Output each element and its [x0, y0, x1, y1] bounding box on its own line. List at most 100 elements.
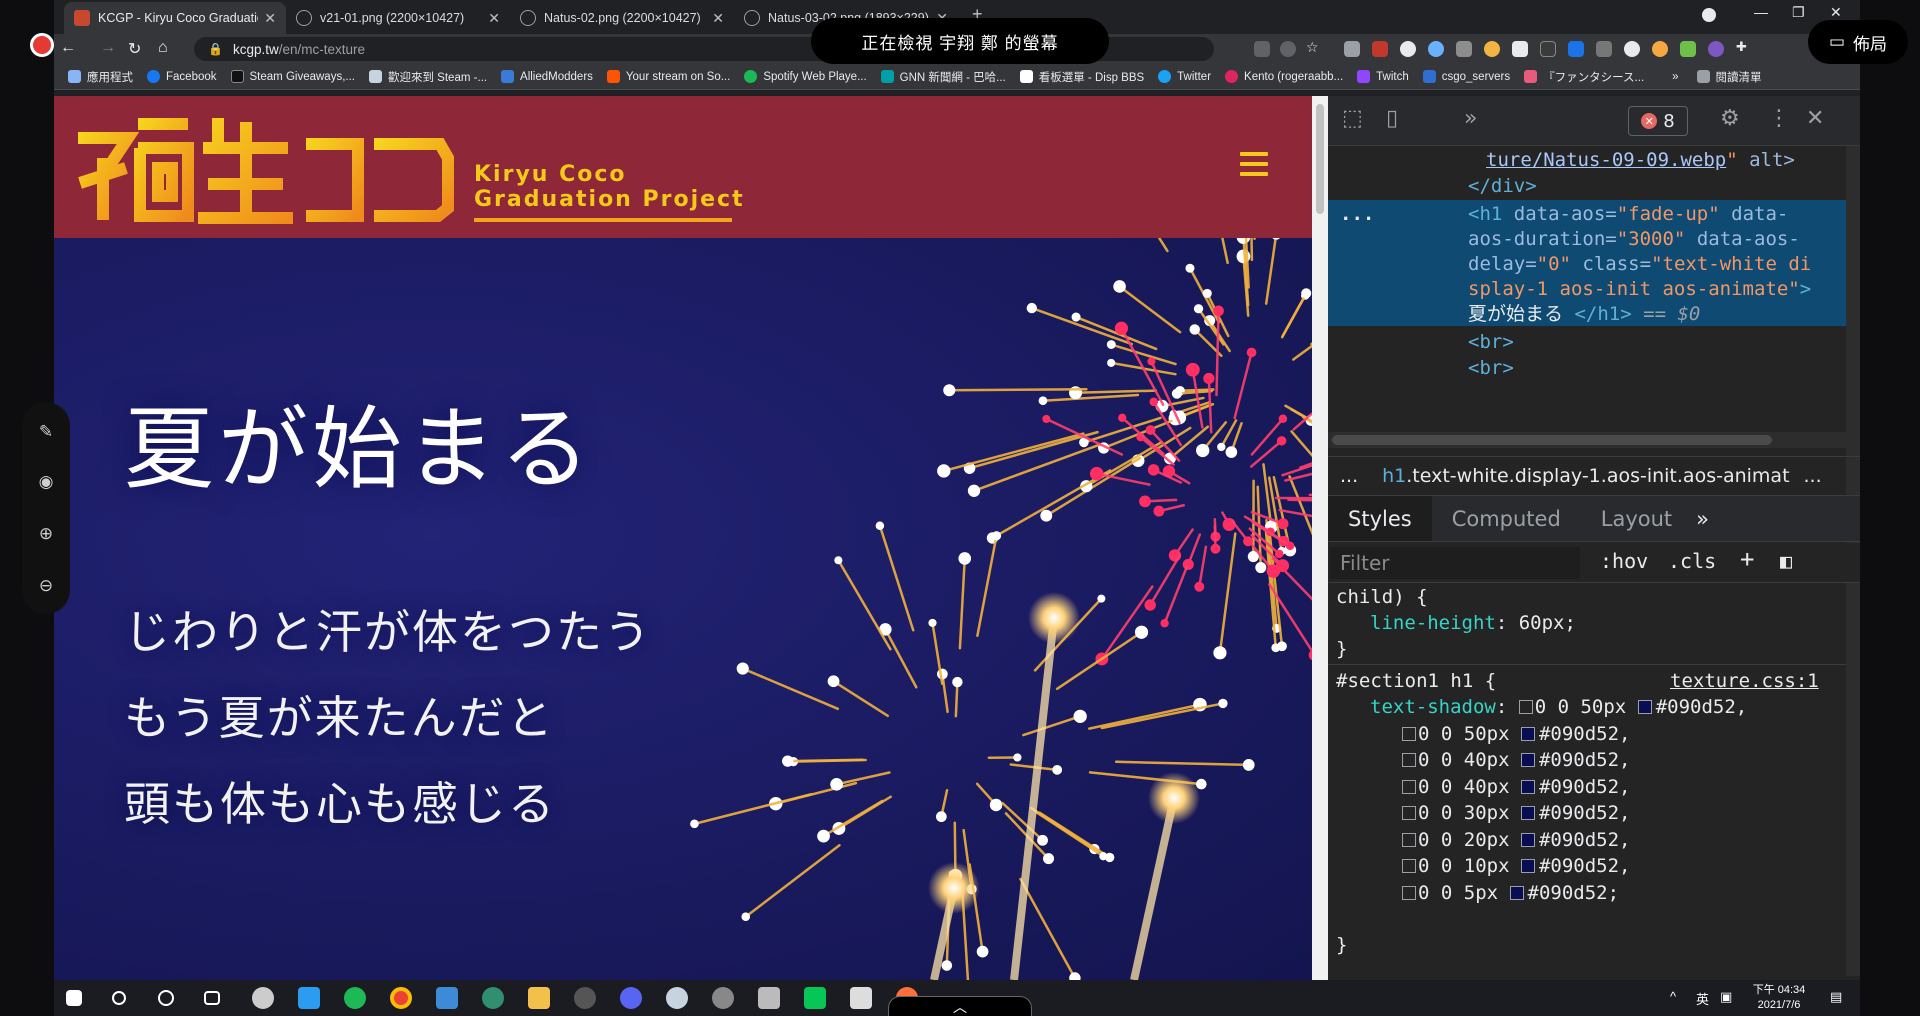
shadow-editor-icon[interactable]	[1518, 700, 1533, 714]
lock-icon[interactable]: 🔒	[208, 42, 223, 56]
zoom-out-icon[interactable]: ⊖	[22, 576, 70, 596]
dom-img-src[interactable]: ture/Natus-09-09.webp	[1486, 149, 1726, 171]
declaration-shadow-layer[interactable]: 0 0 5px #090d52;	[1402, 880, 1619, 907]
elements-dom-tree[interactable]: ture/Natus-09-09.webp" alt> </div> ... <…	[1328, 146, 1846, 432]
device-toggle-icon[interactable]: ▯	[1386, 106, 1398, 131]
restore-icon[interactable]: ❐	[1792, 4, 1805, 21]
laser-pointer-icon[interactable]: ◉	[22, 472, 70, 492]
declaration-shadow-layer[interactable]: 0 0 40px #090d52,	[1402, 774, 1631, 801]
bookmark-steam[interactable]: 歡迎來到 Steam -...	[368, 69, 487, 85]
declaration-shadow-layer[interactable]: 0 0 30px #090d52,	[1402, 800, 1631, 827]
declaration-shadow-layer[interactable]: 0 0 20px #090d52,	[1402, 827, 1631, 854]
declaration-shadow-layer[interactable]: 0 0 40px #090d52,	[1402, 747, 1631, 774]
bookmark-kento[interactable]: Kento (rogeraabb...	[1225, 70, 1343, 83]
color-swatch[interactable]	[1520, 753, 1535, 767]
hov-toggle-button[interactable]: :hov	[1600, 549, 1648, 573]
line-icon[interactable]	[804, 987, 826, 1009]
declaration-text-shadow[interactable]: text-shadow: 0 0 50px #090d52,	[1370, 694, 1747, 721]
scrollbar-thumb[interactable]	[1332, 435, 1772, 445]
inspect-element-icon[interactable]: ⬚	[1342, 106, 1363, 131]
tab-styles[interactable]: Styles	[1328, 496, 1432, 541]
settings-gear-icon[interactable]: ⚙	[1720, 106, 1740, 131]
spotify-icon[interactable]	[344, 987, 366, 1009]
extension-13-icon[interactable]	[1680, 41, 1696, 57]
bookmark-twitter[interactable]: Twitter	[1158, 70, 1211, 83]
bookmark-facebook[interactable]: Facebook	[147, 70, 217, 83]
translate-icon[interactable]	[1254, 41, 1270, 57]
minimize-icon[interactable]: —	[1754, 4, 1768, 20]
cls-toggle-button[interactable]: .cls	[1668, 549, 1716, 573]
tab-layout[interactable]: Layout	[1581, 496, 1692, 541]
dom-h1-line-2[interactable]: aos-duration="3000" data-aos-	[1468, 227, 1800, 252]
shadow-editor-icon[interactable]	[1402, 726, 1416, 741]
color-swatch[interactable]	[1520, 726, 1535, 741]
declaration-line-height[interactable]: line-height: 60px;	[1370, 610, 1576, 637]
back-icon[interactable]: ←	[60, 39, 76, 57]
close-window-icon[interactable]: ✕	[1830, 4, 1842, 21]
zoom-in-icon[interactable]: ⊕	[22, 524, 70, 544]
color-swatch[interactable]	[1520, 779, 1535, 794]
expand-panel-button[interactable]: ︿	[888, 996, 1032, 1016]
extension-2-icon[interactable]	[1372, 41, 1388, 57]
tab-natus-02[interactable]: Natus-02.png (2200×10427) ✕	[510, 2, 734, 34]
styles-pane[interactable]: child) { line-height: 60px; } #section1 …	[1328, 584, 1846, 980]
dom-h1-line-1[interactable]: <h1 data-aos="fade-up" data-	[1468, 202, 1788, 227]
extension-10-icon[interactable]	[1596, 41, 1612, 57]
lp-app-icon[interactable]	[850, 987, 872, 1009]
reload-icon[interactable]: ↻	[128, 39, 141, 59]
dom-node-menu-icon[interactable]: ...	[1340, 202, 1374, 227]
color-swatch[interactable]	[1520, 806, 1535, 820]
extension-8-icon[interactable]	[1540, 41, 1556, 57]
extension-4-icon[interactable]	[1428, 41, 1444, 57]
dom-horizontal-scrollbar[interactable]	[1328, 432, 1846, 448]
color-swatch[interactable]	[1509, 885, 1524, 900]
zoom-icon[interactable]	[1280, 41, 1296, 57]
tab-search-icon[interactable]	[1702, 8, 1716, 22]
tab-v21[interactable]: v21-01.png (2200×10427) ✕	[286, 2, 510, 34]
app-icon[interactable]	[758, 987, 780, 1009]
bookmarks-more-button[interactable]: »	[1672, 71, 1678, 83]
forward-icon[interactable]: →	[100, 39, 116, 57]
bookmark-soundcloud[interactable]: Your stream on So...	[606, 70, 730, 83]
windows-start-icon[interactable]	[66, 990, 82, 1006]
app-icon[interactable]	[482, 987, 504, 1009]
error-count-badge[interactable]: ✕ 8	[1628, 106, 1688, 136]
more-panels-icon[interactable]: »	[1464, 106, 1477, 131]
rule-selector-partial[interactable]: child) {	[1336, 584, 1428, 611]
rule-selector[interactable]: #section1 h1 {	[1336, 668, 1496, 695]
shadow-editor-icon[interactable]	[1402, 885, 1416, 900]
home-icon[interactable]: ⌂	[158, 39, 168, 57]
extension-5-icon[interactable]	[1456, 41, 1472, 57]
extension-3-icon[interactable]	[1400, 41, 1416, 57]
dom-breadcrumb[interactable]: ... h1 .text-white.display-1.aos-init.aos…	[1328, 456, 1860, 496]
notification-icon[interactable]: ▤	[1830, 989, 1842, 1005]
kiryu-coco-logo[interactable]	[68, 108, 458, 228]
shadow-editor-icon[interactable]	[1402, 806, 1416, 820]
extension-11-icon[interactable]	[1624, 41, 1640, 57]
tray-chevron-icon[interactable]: ^	[1670, 989, 1676, 1004]
bookmark-star-icon[interactable]: ☆	[1306, 39, 1322, 55]
file-explorer-icon[interactable]	[528, 987, 550, 1009]
vscode-icon[interactable]	[298, 987, 320, 1009]
discord-icon[interactable]	[620, 987, 642, 1009]
outlook-icon[interactable]	[436, 987, 458, 1009]
dom-h1-line-3[interactable]: delay="0" class="text-white di	[1468, 252, 1811, 277]
extension-12-icon[interactable]	[1652, 41, 1668, 57]
close-tab-icon[interactable]: ✕	[712, 10, 724, 27]
page-scrollbar[interactable]	[1312, 96, 1328, 980]
styles-filter-input[interactable]: Filter	[1330, 547, 1580, 579]
obs-icon[interactable]	[574, 987, 596, 1009]
bookmark-twitch[interactable]: Twitch	[1357, 70, 1409, 83]
bookmark-gnn[interactable]: GNN 新聞網 - 巴哈...	[880, 69, 1006, 85]
dom-h1-line-5[interactable]: 夏が始まる </h1> == $0	[1468, 302, 1700, 327]
shadow-editor-icon[interactable]	[1402, 859, 1416, 873]
hamburger-menu-icon[interactable]	[1240, 152, 1268, 176]
bookmark-alliedmodders[interactable]: AlliedModders	[501, 70, 593, 83]
more-tabs-icon[interactable]: »	[1692, 496, 1729, 541]
bookmark-disp-bbs[interactable]: 看板選單 - Disp BBS	[1019, 69, 1144, 85]
record-indicator-icon[interactable]	[30, 33, 54, 57]
dom-h1-line-4[interactable]: splay-1 aos-init aos-animate">	[1468, 277, 1811, 302]
bookmark-phantasy[interactable]: 『ファンタシース...	[1524, 69, 1644, 85]
search-icon[interactable]	[112, 991, 126, 1005]
taskbar-clock[interactable]: 下午 04:34 2021/7/6	[1744, 983, 1814, 1013]
